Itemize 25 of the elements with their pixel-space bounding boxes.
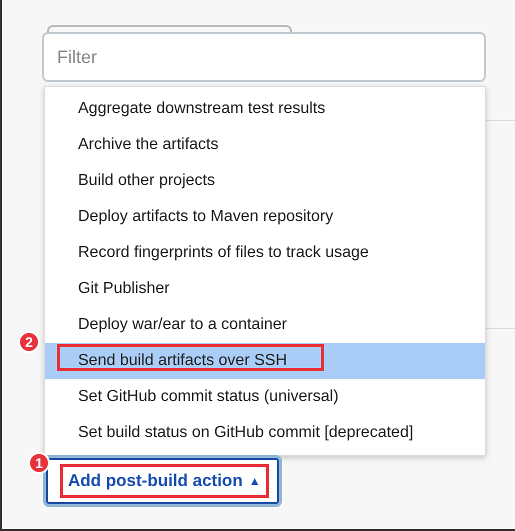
menu-item[interactable]: Set GitHub commit status (universal) xyxy=(45,379,485,415)
menu-item[interactable]: Record fingerprints of files to track usage xyxy=(45,235,485,271)
menu-item[interactable]: Build other projects xyxy=(45,163,485,199)
add-post-build-action-button[interactable]: Add post-build action ▲ xyxy=(46,458,279,504)
menu-item-label: Deploy war/ear to a container xyxy=(78,315,287,335)
menu-item-label: Record fingerprints of files to track usage xyxy=(78,243,369,263)
menu-item-label: Deploy artifacts to Maven repository xyxy=(78,207,334,227)
menu-item-label: Build other projects xyxy=(78,171,215,191)
menu-item-label: Send build artifacts over SSH xyxy=(78,351,287,371)
menu-item[interactable]: Archive the artifacts xyxy=(45,127,485,163)
caret-icon: ▲ xyxy=(248,472,261,490)
step-number-badge: 2 xyxy=(18,331,40,353)
menu-item[interactable]: Send build artifacts over SSH xyxy=(45,343,485,379)
menu-item[interactable]: Aggregate downstream test results xyxy=(45,91,485,127)
menu-item-label: Set build status on GitHub commit [deprecated] xyxy=(78,423,414,443)
step-number-badge: 1 xyxy=(28,452,50,474)
menu-item-label: Git Publisher xyxy=(78,279,170,299)
menu-item-label: Aggregate downstream test results xyxy=(78,99,326,119)
menu-item[interactable]: Deploy war/ear to a container xyxy=(45,307,485,343)
menu-item[interactable]: Set build status on GitHub commit [deprecated] xyxy=(45,415,485,451)
filter-field[interactable]: Filter xyxy=(42,32,486,82)
menu-item[interactable]: Deploy artifacts to Maven repository xyxy=(45,199,485,235)
menu-item[interactable]: Git Publisher xyxy=(45,271,485,307)
menu-item-label: Archive the artifacts xyxy=(78,135,218,155)
menu-item-label: Set GitHub commit status (universal) xyxy=(78,387,339,407)
